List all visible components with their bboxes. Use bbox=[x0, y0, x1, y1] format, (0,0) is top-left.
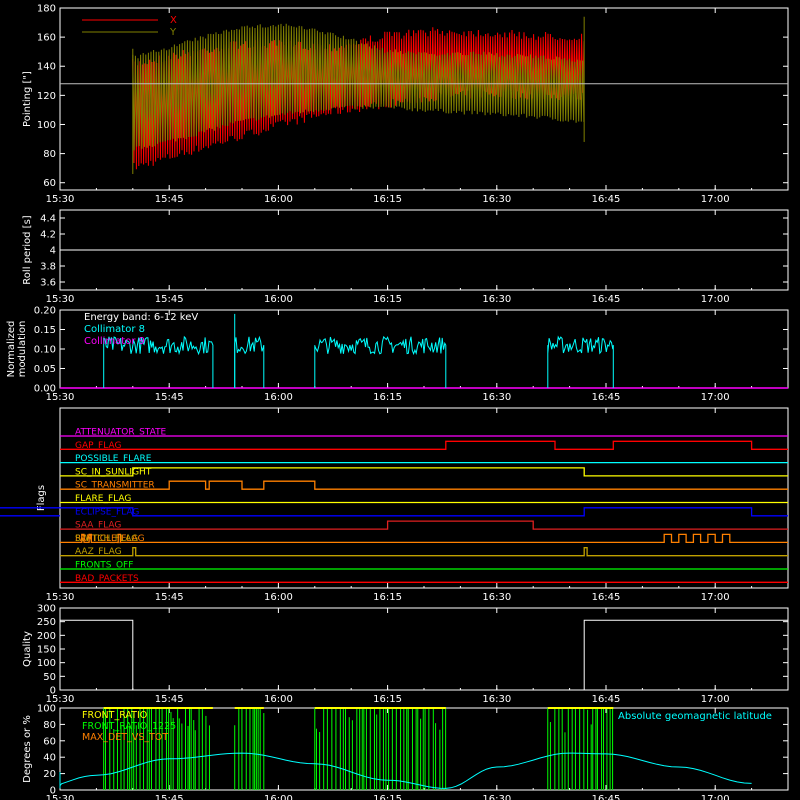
x-tick-label: 15:45 bbox=[155, 592, 184, 603]
y-tick-label: 3.6 bbox=[40, 278, 56, 289]
x-tick-label: 16:00 bbox=[264, 694, 293, 705]
x-tick-label: 17:00 bbox=[701, 794, 730, 800]
y-tick-label: 140 bbox=[37, 62, 56, 73]
x-tick-label: 16:30 bbox=[482, 592, 511, 603]
y-tick-label: 50 bbox=[43, 672, 56, 683]
y-tick-label: 80 bbox=[43, 149, 56, 160]
y-tick-label: 4.2 bbox=[40, 230, 56, 241]
y-tick-label: 60 bbox=[43, 178, 56, 189]
y-tick-label: 160 bbox=[37, 33, 56, 44]
y-tick-label: 3.8 bbox=[40, 262, 56, 273]
legend-label: MAX_DET_VS_TOT bbox=[82, 732, 168, 743]
y-tick-label: 300 bbox=[37, 604, 56, 615]
x-tick-label: 17:00 bbox=[701, 694, 730, 705]
y-tick-label: 120 bbox=[37, 91, 56, 102]
x-tick-label: 16:15 bbox=[373, 592, 402, 603]
x-tick-label: 16:45 bbox=[592, 794, 621, 800]
x-tick-label: 16:30 bbox=[482, 194, 511, 205]
y-axis-label: Roll period [s] bbox=[22, 215, 33, 284]
legend-label: FRONT_RATIO bbox=[82, 710, 147, 721]
x-tick-label: 16:45 bbox=[592, 694, 621, 705]
x-tick-label: 16:00 bbox=[264, 194, 293, 205]
x-tick-label: 16:15 bbox=[373, 294, 402, 305]
y-tick-label: 60 bbox=[43, 736, 56, 747]
y-tick-label: 40 bbox=[43, 753, 56, 764]
y-tick-label: 180 bbox=[37, 4, 56, 15]
y-tick-label: 4 bbox=[50, 246, 56, 257]
x-tick-label: 16:45 bbox=[592, 592, 621, 603]
x-tick-label: 15:45 bbox=[155, 294, 184, 305]
y-tick-label: 0 bbox=[50, 686, 56, 697]
x-tick-label: 16:15 bbox=[373, 194, 402, 205]
x-tick-label: 17:00 bbox=[701, 392, 730, 403]
x-tick-label: 17:00 bbox=[701, 294, 730, 305]
y-axis-label: modulation bbox=[17, 321, 28, 378]
x-tick-label: 16:30 bbox=[482, 694, 511, 705]
x-tick-label: 15:45 bbox=[155, 392, 184, 403]
y-axis-label: Pointing ["] bbox=[22, 71, 33, 127]
x-tick-label: 15:30 bbox=[46, 294, 75, 305]
y-tick-label: 20 bbox=[43, 769, 56, 780]
y-tick-label: 0.00 bbox=[34, 384, 56, 395]
x-tick-label: 16:15 bbox=[373, 392, 402, 403]
flag-label-eclipse_flag: ECLIPSE_FLAG bbox=[75, 507, 139, 517]
y-tick-label: 150 bbox=[37, 645, 56, 656]
x-tick-label: 16:45 bbox=[592, 392, 621, 403]
x-tick-label: 15:45 bbox=[155, 794, 184, 800]
y-tick-label: 0.20 bbox=[34, 306, 56, 317]
y-tick-label: 100 bbox=[37, 704, 56, 715]
y-tick-label: 0.05 bbox=[34, 364, 56, 375]
y-axis-label: Normalized bbox=[6, 321, 17, 378]
legend-label: Energy band: 6-12 keV bbox=[84, 312, 198, 323]
x-tick-label: 15:30 bbox=[46, 592, 75, 603]
x-tick-label: 16:45 bbox=[592, 294, 621, 305]
x-tick-label: 16:15 bbox=[373, 694, 402, 705]
x-tick-label: 16:00 bbox=[264, 794, 293, 800]
y-axis-label: Degrees or % bbox=[22, 715, 33, 783]
y-tick-label: 4.4 bbox=[40, 214, 56, 225]
x-tick-label: 15:30 bbox=[46, 194, 75, 205]
x-tick-label: 16:15 bbox=[373, 794, 402, 800]
x-tick-label: 16:30 bbox=[482, 794, 511, 800]
y-tick-label: 0 bbox=[50, 786, 56, 797]
x-tick-label: 16:30 bbox=[482, 294, 511, 305]
legend-label-Y: Y bbox=[169, 27, 177, 38]
legend-label: Collimator 9 bbox=[84, 336, 145, 347]
legend-label: Collimator 8 bbox=[84, 324, 145, 335]
y-tick-label: 200 bbox=[37, 631, 56, 642]
x-tick-label: 16:00 bbox=[264, 592, 293, 603]
x-tick-label: 15:45 bbox=[155, 694, 184, 705]
y-axis-label: Quality bbox=[22, 631, 33, 667]
legend-label: FRONT_RATIO_1225 bbox=[82, 721, 176, 732]
figure: 15:30 15:45 16:00 16:15 16:30 16:45 17:00 60 80 1… bbox=[0, 0, 800, 800]
geomagnetic-latitude-label: Absolute geomagnetic latitude bbox=[618, 711, 772, 722]
y-tick-label: 0.10 bbox=[34, 345, 56, 356]
legend-label-X: X bbox=[170, 15, 177, 26]
y-tick-label: 0.15 bbox=[34, 325, 56, 336]
x-tick-label: 17:00 bbox=[701, 592, 730, 603]
x-tick-label: 16:45 bbox=[592, 194, 621, 205]
x-tick-label: 17:00 bbox=[701, 194, 730, 205]
y-tick-label: 100 bbox=[37, 120, 56, 131]
x-tick-label: 15:45 bbox=[155, 194, 184, 205]
x-tick-label: 16:30 bbox=[482, 392, 511, 403]
x-tick-label: 16:00 bbox=[264, 294, 293, 305]
y-tick-label: 100 bbox=[37, 658, 56, 669]
y-tick-label: 250 bbox=[37, 617, 56, 628]
y-tick-label: 80 bbox=[43, 720, 56, 731]
x-tick-label: 16:00 bbox=[264, 392, 293, 403]
